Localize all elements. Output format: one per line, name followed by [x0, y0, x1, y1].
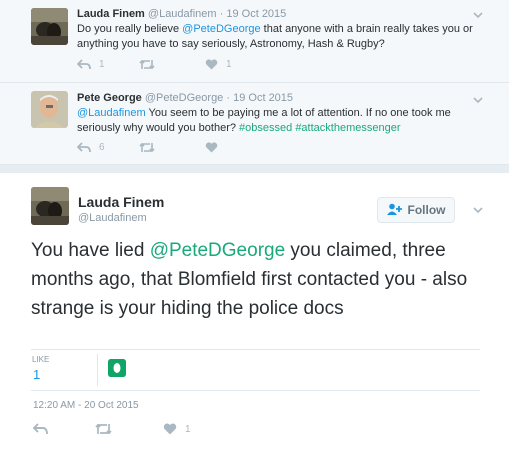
author-name[interactable]: Lauda Finem: [78, 194, 164, 210]
follow-label: Follow: [407, 203, 446, 217]
author-name[interactable]: Pete George: [77, 92, 142, 104]
reply-button[interactable]: 6: [77, 142, 105, 153]
like-button[interactable]: 1: [205, 59, 232, 70]
retweet-icon: [139, 59, 155, 70]
retweet-icon: [139, 142, 155, 153]
separator: ·: [226, 92, 231, 104]
like-button[interactable]: 1: [163, 423, 191, 435]
reply-header: Pete George @PeteDGeorge · 19 Oct 2015: [77, 92, 293, 104]
reply-button[interactable]: [33, 423, 48, 435]
mention-link[interactable]: @Laudafinem: [77, 107, 146, 119]
tweet-timestamp[interactable]: 12:20 AM - 20 Oct 2015: [33, 400, 139, 411]
author-handle[interactable]: @Laudafinem: [78, 212, 147, 224]
hashtag-link[interactable]: #obsessed: [239, 122, 292, 134]
tweet-stats: LIKE 1: [31, 349, 480, 391]
heart-icon: [205, 142, 218, 153]
reply-button[interactable]: 1: [77, 59, 105, 70]
avatar[interactable]: [31, 187, 69, 225]
separator: ·: [219, 8, 224, 20]
author-handle[interactable]: @Laudafinem: [148, 8, 217, 20]
tweet-text: @Laudafinem You seem to be paying me a l…: [77, 106, 487, 136]
heart-icon: [163, 423, 177, 435]
author-handle[interactable]: @PeteDGeorge: [145, 92, 223, 104]
retweet-button[interactable]: [95, 423, 112, 435]
reply-count: 6: [99, 142, 105, 153]
tweet-text: Do you really believe @PeteDGeorge that …: [77, 22, 487, 52]
tweet-date[interactable]: 19 Oct 2015: [226, 8, 286, 20]
mention-link[interactable]: @PeteDGeorge: [182, 23, 260, 35]
mention-link[interactable]: @PeteDGeorge: [150, 240, 285, 261]
follow-button[interactable]: Follow: [377, 197, 455, 223]
avatar[interactable]: [108, 359, 126, 377]
like-count: 1: [185, 423, 191, 435]
tweet-date[interactable]: 19 Oct 2015: [233, 92, 293, 104]
reply-count: 1: [99, 59, 105, 70]
reply-icon: [33, 423, 48, 435]
reply-header: Lauda Finem @Laudafinem · 19 Oct 2015: [77, 8, 286, 20]
likes-label: LIKE: [32, 355, 50, 364]
author-name[interactable]: Lauda Finem: [77, 8, 145, 20]
reply-icon: [77, 59, 91, 70]
avatar[interactable]: [31, 8, 68, 45]
tweet-text: You have lied @PeteDGeorge you claimed, …: [31, 236, 491, 323]
heart-icon: [205, 59, 218, 70]
add-person-icon: [386, 203, 403, 218]
like-button[interactable]: [205, 142, 218, 153]
like-count: 1: [226, 59, 232, 70]
retweet-icon: [95, 423, 112, 435]
reply-icon: [77, 142, 91, 153]
reply-tweet[interactable]: Pete George @PeteDGeorge · 19 Oct 2015 @…: [0, 83, 509, 165]
retweet-button[interactable]: [139, 59, 155, 70]
likes-count[interactable]: 1: [33, 367, 40, 382]
text-plain: You have lied: [31, 240, 150, 261]
avatar[interactable]: [31, 91, 68, 128]
main-tweet: Lauda Finem @Laudafinem Follow You have …: [0, 173, 509, 463]
chevron-down-icon[interactable]: [473, 201, 483, 219]
hashtag-link[interactable]: #attackthemessenger: [295, 122, 400, 134]
reply-tweet[interactable]: Lauda Finem @Laudafinem · 19 Oct 2015 Do…: [0, 0, 509, 83]
text-plain: Do you really believe: [77, 23, 183, 35]
divider: [97, 354, 98, 386]
retweet-button[interactable]: [139, 142, 155, 153]
